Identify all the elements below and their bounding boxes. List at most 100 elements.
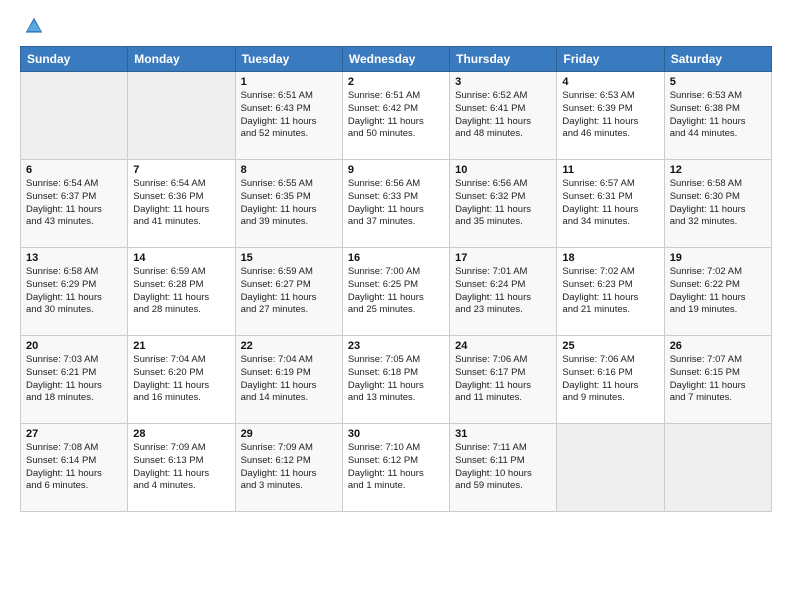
weekday-header-sunday: Sunday bbox=[21, 47, 128, 72]
calendar-cell: 4 Sunrise: 6:53 AM Sunset: 6:39 PM Daylig… bbox=[557, 72, 664, 160]
day-number: 16 bbox=[348, 252, 444, 264]
calendar-week-3: 13 Sunrise: 6:58 AM Sunset: 6:29 PM Dayli… bbox=[21, 248, 772, 336]
day-info: Sunrise: 7:02 AM Sunset: 6:23 PM Dayligh… bbox=[562, 266, 658, 317]
day-info: Sunrise: 6:58 AM Sunset: 6:29 PM Dayligh… bbox=[26, 266, 122, 317]
day-number: 11 bbox=[562, 164, 658, 176]
day-number: 15 bbox=[241, 252, 337, 264]
day-number: 27 bbox=[26, 428, 122, 440]
day-number: 17 bbox=[455, 252, 551, 264]
calendar-cell: 16 Sunrise: 7:00 AM Sunset: 6:25 PM Dayli… bbox=[342, 248, 449, 336]
calendar-week-5: 27 Sunrise: 7:08 AM Sunset: 6:14 PM Dayli… bbox=[21, 424, 772, 512]
day-number: 20 bbox=[26, 340, 122, 352]
day-number: 3 bbox=[455, 76, 551, 88]
day-number: 12 bbox=[670, 164, 766, 176]
calendar-cell: 18 Sunrise: 7:02 AM Sunset: 6:23 PM Dayli… bbox=[557, 248, 664, 336]
day-info: Sunrise: 7:02 AM Sunset: 6:22 PM Dayligh… bbox=[670, 266, 766, 317]
weekday-header-tuesday: Tuesday bbox=[235, 47, 342, 72]
day-info: Sunrise: 7:05 AM Sunset: 6:18 PM Dayligh… bbox=[348, 354, 444, 405]
day-info: Sunrise: 6:51 AM Sunset: 6:43 PM Dayligh… bbox=[241, 90, 337, 141]
day-number: 7 bbox=[133, 164, 229, 176]
calendar-cell: 17 Sunrise: 7:01 AM Sunset: 6:24 PM Dayli… bbox=[450, 248, 557, 336]
page-header bbox=[20, 16, 772, 36]
day-info: Sunrise: 7:06 AM Sunset: 6:17 PM Dayligh… bbox=[455, 354, 551, 405]
day-number: 24 bbox=[455, 340, 551, 352]
calendar-cell bbox=[664, 424, 771, 512]
day-number: 2 bbox=[348, 76, 444, 88]
day-info: Sunrise: 7:10 AM Sunset: 6:12 PM Dayligh… bbox=[348, 442, 444, 493]
day-number: 19 bbox=[670, 252, 766, 264]
day-number: 5 bbox=[670, 76, 766, 88]
day-number: 23 bbox=[348, 340, 444, 352]
day-info: Sunrise: 6:58 AM Sunset: 6:30 PM Dayligh… bbox=[670, 178, 766, 229]
calendar-cell: 3 Sunrise: 6:52 AM Sunset: 6:41 PM Daylig… bbox=[450, 72, 557, 160]
day-info: Sunrise: 7:04 AM Sunset: 6:20 PM Dayligh… bbox=[133, 354, 229, 405]
day-number: 1 bbox=[241, 76, 337, 88]
calendar-cell: 31 Sunrise: 7:11 AM Sunset: 6:11 PM Dayli… bbox=[450, 424, 557, 512]
calendar-table: SundayMondayTuesdayWednesdayThursdayFrid… bbox=[20, 46, 772, 512]
calendar-cell: 1 Sunrise: 6:51 AM Sunset: 6:43 PM Daylig… bbox=[235, 72, 342, 160]
calendar-cell: 26 Sunrise: 7:07 AM Sunset: 6:15 PM Dayli… bbox=[664, 336, 771, 424]
day-info: Sunrise: 7:04 AM Sunset: 6:19 PM Dayligh… bbox=[241, 354, 337, 405]
day-number: 8 bbox=[241, 164, 337, 176]
calendar-cell: 8 Sunrise: 6:55 AM Sunset: 6:35 PM Daylig… bbox=[235, 160, 342, 248]
calendar-cell: 10Sunrise: 6:56 AM Sunset: 6:32 PM Dayli… bbox=[450, 160, 557, 248]
calendar-cell: 20 Sunrise: 7:03 AM Sunset: 6:21 PM Dayli… bbox=[21, 336, 128, 424]
day-info: Sunrise: 6:54 AM Sunset: 6:36 PM Dayligh… bbox=[133, 178, 229, 229]
calendar-cell: 6 Sunrise: 6:54 AM Sunset: 6:37 PM Daylig… bbox=[21, 160, 128, 248]
day-info: Sunrise: 6:54 AM Sunset: 6:37 PM Dayligh… bbox=[26, 178, 122, 229]
calendar-cell bbox=[557, 424, 664, 512]
calendar-cell: 23 Sunrise: 7:05 AM Sunset: 6:18 PM Dayli… bbox=[342, 336, 449, 424]
weekday-header-saturday: Saturday bbox=[664, 47, 771, 72]
day-info: Sunrise: 6:55 AM Sunset: 6:35 PM Dayligh… bbox=[241, 178, 337, 229]
day-number: 18 bbox=[562, 252, 658, 264]
day-info: Sunrise: 7:03 AM Sunset: 6:21 PM Dayligh… bbox=[26, 354, 122, 405]
calendar-cell bbox=[21, 72, 128, 160]
calendar-cell: 21Sunrise: 7:04 AM Sunset: 6:20 PM Dayli… bbox=[128, 336, 235, 424]
day-info: Sunrise: 7:07 AM Sunset: 6:15 PM Dayligh… bbox=[670, 354, 766, 405]
day-info: Sunrise: 7:01 AM Sunset: 6:24 PM Dayligh… bbox=[455, 266, 551, 317]
day-info: Sunrise: 6:53 AM Sunset: 6:39 PM Dayligh… bbox=[562, 90, 658, 141]
day-number: 31 bbox=[455, 428, 551, 440]
day-number: 13 bbox=[26, 252, 122, 264]
day-info: Sunrise: 6:59 AM Sunset: 6:27 PM Dayligh… bbox=[241, 266, 337, 317]
day-info: Sunrise: 7:08 AM Sunset: 6:14 PM Dayligh… bbox=[26, 442, 122, 493]
day-number: 30 bbox=[348, 428, 444, 440]
weekday-header-monday: Monday bbox=[128, 47, 235, 72]
calendar-week-1: 1 Sunrise: 6:51 AM Sunset: 6:43 PM Daylig… bbox=[21, 72, 772, 160]
calendar-cell: 25Sunrise: 7:06 AM Sunset: 6:16 PM Dayli… bbox=[557, 336, 664, 424]
day-number: 26 bbox=[670, 340, 766, 352]
day-number: 10 bbox=[455, 164, 551, 176]
calendar-cell: 15 Sunrise: 6:59 AM Sunset: 6:27 PM Dayli… bbox=[235, 248, 342, 336]
logo bbox=[20, 16, 44, 36]
calendar-cell: 13 Sunrise: 6:58 AM Sunset: 6:29 PM Dayli… bbox=[21, 248, 128, 336]
day-number: 6 bbox=[26, 164, 122, 176]
day-info: Sunrise: 6:59 AM Sunset: 6:28 PM Dayligh… bbox=[133, 266, 229, 317]
day-number: 25 bbox=[562, 340, 658, 352]
day-info: Sunrise: 7:09 AM Sunset: 6:12 PM Dayligh… bbox=[241, 442, 337, 493]
day-info: Sunrise: 6:52 AM Sunset: 6:41 PM Dayligh… bbox=[455, 90, 551, 141]
day-number: 28 bbox=[133, 428, 229, 440]
calendar-week-2: 6 Sunrise: 6:54 AM Sunset: 6:37 PM Daylig… bbox=[21, 160, 772, 248]
day-info: Sunrise: 6:57 AM Sunset: 6:31 PM Dayligh… bbox=[562, 178, 658, 229]
calendar-cell bbox=[128, 72, 235, 160]
calendar-cell: 29Sunrise: 7:09 AM Sunset: 6:12 PM Dayli… bbox=[235, 424, 342, 512]
day-info: Sunrise: 7:11 AM Sunset: 6:11 PM Dayligh… bbox=[455, 442, 551, 493]
weekday-header-wednesday: Wednesday bbox=[342, 47, 449, 72]
calendar-cell: 28 Sunrise: 7:09 AM Sunset: 6:13 PM Dayli… bbox=[128, 424, 235, 512]
calendar-header-row: SundayMondayTuesdayWednesdayThursdayFrid… bbox=[21, 47, 772, 72]
calendar-cell: 19 Sunrise: 7:02 AM Sunset: 6:22 PM Dayli… bbox=[664, 248, 771, 336]
day-info: Sunrise: 7:00 AM Sunset: 6:25 PM Dayligh… bbox=[348, 266, 444, 317]
calendar-cell: 24 Sunrise: 7:06 AM Sunset: 6:17 PM Dayli… bbox=[450, 336, 557, 424]
day-number: 9 bbox=[348, 164, 444, 176]
calendar-cell: 22 Sunrise: 7:04 AM Sunset: 6:19 PM Dayli… bbox=[235, 336, 342, 424]
weekday-header-friday: Friday bbox=[557, 47, 664, 72]
calendar-cell: 9 Sunrise: 6:56 AM Sunset: 6:33 PM Daylig… bbox=[342, 160, 449, 248]
calendar-cell: 2Sunrise: 6:51 AM Sunset: 6:42 PM Daylig… bbox=[342, 72, 449, 160]
day-number: 4 bbox=[562, 76, 658, 88]
day-number: 22 bbox=[241, 340, 337, 352]
calendar-cell: 14Sunrise: 6:59 AM Sunset: 6:28 PM Dayli… bbox=[128, 248, 235, 336]
day-info: Sunrise: 7:09 AM Sunset: 6:13 PM Dayligh… bbox=[133, 442, 229, 493]
day-info: Sunrise: 6:56 AM Sunset: 6:33 PM Dayligh… bbox=[348, 178, 444, 229]
calendar-cell: 27 Sunrise: 7:08 AM Sunset: 6:14 PM Dayli… bbox=[21, 424, 128, 512]
day-info: Sunrise: 6:53 AM Sunset: 6:38 PM Dayligh… bbox=[670, 90, 766, 141]
